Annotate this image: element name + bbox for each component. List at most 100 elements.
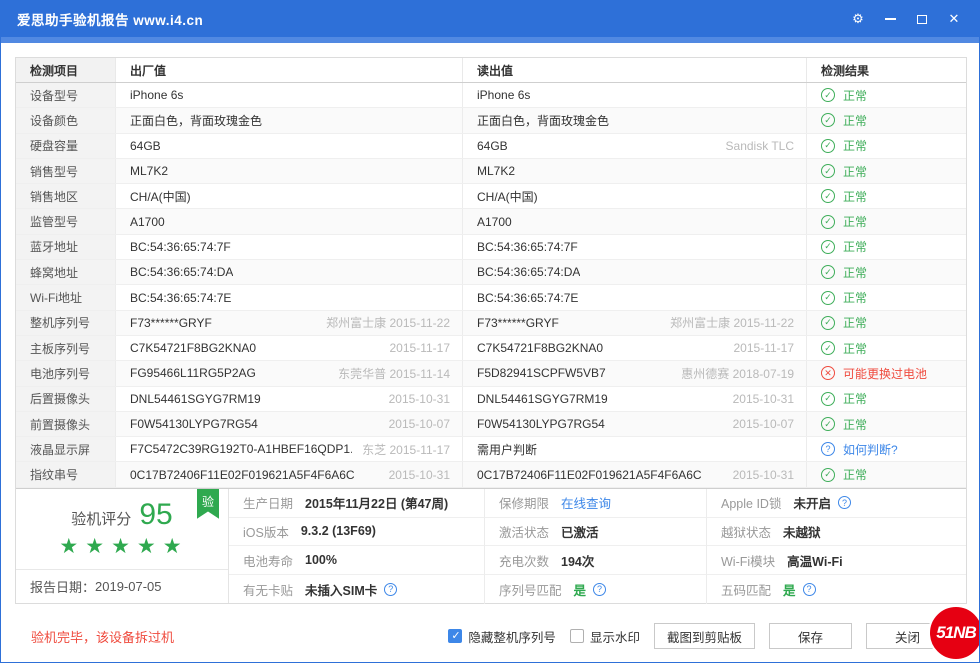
titlebar-accent-strip — [1, 37, 979, 43]
table-row: 电池序列号 FG95466L11RG5P2AG 东莞华普 2015-11-14 … — [16, 361, 966, 386]
factory-note: 郑州富士康 2015-11-22 — [326, 314, 450, 331]
result-text: 正常 — [843, 466, 867, 483]
detail-label: 电池寿命 — [243, 551, 293, 570]
read-value: BC:54:36:65:74:DA — [477, 265, 580, 279]
detail-label: 越狱状态 — [721, 522, 771, 541]
table-row: 蜂窝地址 BC:54:36:65:74:DA BC:54:36:65:74:DA… — [16, 260, 966, 285]
detail-cell: 有无卡贴 未插入SIM卡 ? — [229, 575, 485, 604]
score-area: 验机评分 95 ★★★★★ — [16, 489, 228, 570]
save-button[interactable]: 保存 — [769, 623, 852, 649]
help-icon[interactable]: ? — [384, 583, 397, 596]
result-cell: ✓ 正常 — [807, 184, 966, 208]
factory-value: 64GB — [130, 139, 161, 153]
watermark-label: 显示水印 — [590, 627, 640, 646]
read-value: 0C17B72406F11E02F019621A5F4F6A6C — [477, 468, 702, 482]
report-panel: 检测项目 出厂值 读出值 检测结果 设备型号 iPhone 6s iPhone … — [15, 57, 967, 604]
detail-value: 194次 — [561, 551, 594, 570]
read-value: BC:54:36:65:74:7F — [477, 240, 578, 254]
table-row: 硬盘容量 64GB 64GB Sandisk TLC ✓ 正常 — [16, 134, 966, 159]
detail-value: 是 — [574, 580, 587, 599]
table-row: 设备颜色 正面白色，背面玫瑰金色 正面白色，背面玫瑰金色 ✓ 正常 — [16, 108, 966, 133]
detail-label: 激活状态 — [499, 522, 549, 541]
result-cell: ✓ 正常 — [807, 108, 966, 132]
factory-value: F0W54130LYPG7RG54 — [130, 417, 258, 431]
factory-value: DNL54461SGYG7RM19 — [130, 392, 261, 406]
read-value: DNL54461SGYG7RM19 — [477, 392, 608, 406]
help-icon[interactable]: ? — [803, 583, 816, 596]
result-status-icon: ✓ — [821, 215, 835, 229]
result-text: 正常 — [843, 340, 867, 357]
header-result: 检测结果 — [807, 58, 966, 82]
detail-value: 未越狱 — [783, 522, 821, 541]
checkbox-icon[interactable] — [570, 629, 584, 643]
detail-label: 充电次数 — [499, 551, 549, 570]
row-item-label: 蜂窝地址 — [16, 260, 116, 284]
header-item: 检测项目 — [16, 58, 116, 82]
row-item-label: 监管型号 — [16, 209, 116, 233]
result-text: 正常 — [843, 314, 867, 331]
factory-value: CH/A(中国) — [130, 188, 191, 205]
maximize-icon[interactable] — [913, 10, 931, 28]
result-status-icon[interactable]: ? — [821, 442, 835, 456]
table-row: 销售型号 ML7K2 ML7K2 ✓ 正常 — [16, 159, 966, 184]
result-status-icon: ✓ — [821, 468, 835, 482]
read-value: BC:54:36:65:74:7E — [477, 291, 578, 305]
table-row: Wi-Fi地址 BC:54:36:65:74:7E BC:54:36:65:74… — [16, 285, 966, 310]
header-factory-value: 出厂值 — [116, 58, 463, 82]
result-text: 正常 — [843, 238, 867, 255]
table-row: 整机序列号 F73******GRYF 郑州富士康 2015-11-22 F73… — [16, 311, 966, 336]
result-status-icon: ✓ — [821, 265, 835, 279]
star-icon: ★ — [163, 535, 189, 558]
help-icon[interactable]: ? — [838, 496, 851, 509]
score-label: 验机评分 — [71, 508, 131, 529]
detail-cell: 序列号匹配 是 ? — [485, 575, 707, 604]
read-value: C7K54721F8BG2KNA0 — [477, 341, 603, 355]
factory-value: iPhone 6s — [130, 88, 183, 102]
row-item-label: 硬盘容量 — [16, 134, 116, 158]
detail-value: 2015年11月22日 (第47周) — [305, 493, 448, 512]
read-value: iPhone 6s — [477, 88, 530, 102]
footer-actions: 隐藏整机序列号 显示水印 截图到剪贴板 保存 关闭 — [448, 623, 949, 649]
read-value: F73******GRYF — [477, 316, 559, 330]
read-note: 郑州富士康 2015-11-22 — [670, 314, 794, 331]
result-text[interactable]: 如何判断? — [843, 441, 898, 458]
result-cell: ✓ 正常 — [807, 462, 966, 486]
score-value: 95 — [139, 498, 172, 532]
read-note: 2015-10-07 — [733, 417, 794, 431]
detail-value[interactable]: 在线查询 — [561, 493, 611, 512]
detail-cell: 电池寿命 100% — [229, 546, 485, 575]
result-status-icon: ✓ — [821, 113, 835, 127]
settings-gear-icon[interactable]: ⚙ — [849, 10, 867, 28]
row-item-label: 液晶显示屏 — [16, 437, 116, 461]
result-cell: ✓ 正常 — [807, 285, 966, 309]
factory-value: FG95466L11RG5P2AG — [130, 366, 256, 380]
brand-logo-51nb: 51NB — [928, 605, 980, 661]
detail-label: 有无卡贴 — [243, 580, 293, 599]
result-text: 正常 — [843, 289, 867, 306]
factory-value: 正面白色，背面玫瑰金色 — [130, 112, 262, 129]
screenshot-to-clipboard-button[interactable]: 截图到剪贴板 — [654, 623, 755, 649]
checkbox-icon[interactable] — [448, 629, 462, 643]
minimize-icon[interactable] — [881, 10, 899, 28]
close-icon[interactable]: ✕ — [945, 10, 963, 28]
result-status-icon: ✓ — [821, 88, 835, 102]
factory-value: F7C5472C39RG192T0-A1HBEF16QDP1... — [130, 442, 352, 456]
help-icon[interactable]: ? — [593, 583, 606, 596]
detail-value: 未开启 — [793, 493, 831, 512]
title-bar: 爱思助手验机报告 www.i4.cn ⚙ ✕ — [1, 1, 979, 37]
row-item-label: 设备颜色 — [16, 108, 116, 132]
detail-cell: 激活状态 已激活 — [485, 518, 707, 547]
factory-value: BC:54:36:65:74:7F — [130, 240, 231, 254]
detail-cell: 越狱状态 未越狱 — [707, 518, 966, 547]
factory-note: 东芝 2015-11-17 — [362, 441, 450, 458]
result-cell: ✓ 正常 — [807, 311, 966, 335]
result-cell: ✓ 正常 — [807, 387, 966, 411]
hide-serial-checkbox[interactable]: 隐藏整机序列号 — [448, 627, 556, 646]
result-text: 可能更换过电池 — [843, 365, 927, 382]
row-item-label: 销售型号 — [16, 159, 116, 183]
report-date-label: 报告日期： — [30, 577, 95, 596]
score-box: 验 验机评分 95 ★★★★★ 报告日期： 2019-07-05 — [16, 489, 229, 603]
star-icon: ★ — [137, 535, 163, 558]
watermark-checkbox[interactable]: 显示水印 — [570, 627, 640, 646]
factory-note: 2015-10-31 — [389, 468, 450, 482]
